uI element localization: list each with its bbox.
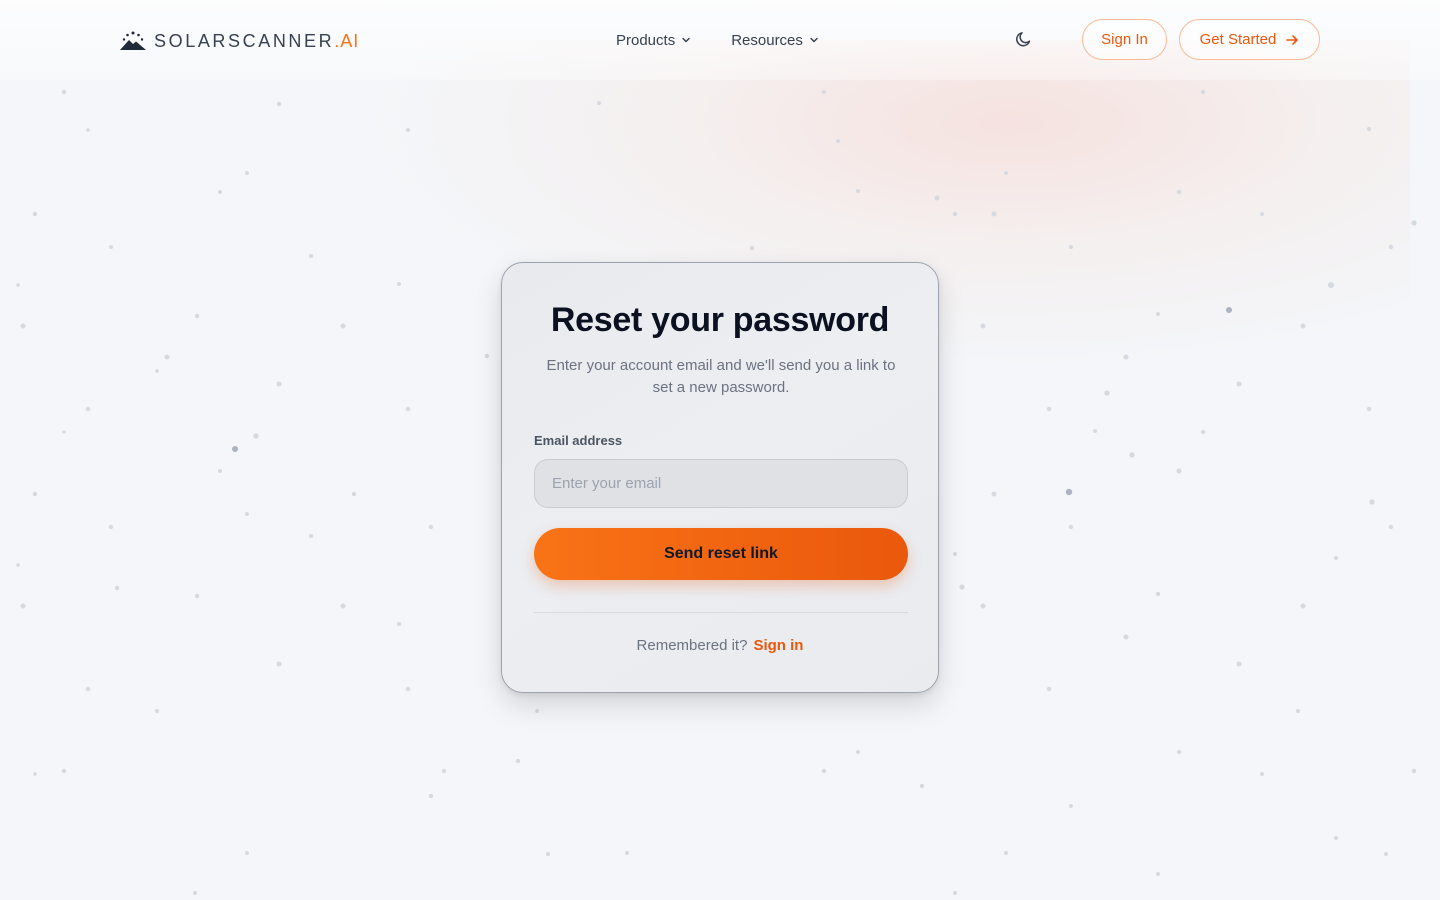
email-field-label: Email address [534, 433, 623, 448]
email-field[interactable] [534, 459, 908, 508]
divider [534, 612, 908, 613]
get-started-button-label: Get Started [1199, 31, 1277, 48]
chevron-down-icon [810, 37, 818, 43]
sign-in-prompt: Remembered it? Sign in [502, 637, 938, 654]
send-reset-link-button[interactable]: Send reset link [534, 528, 908, 580]
reset-password-page: SOLARSCANNER.AI Products Resources Sign … [0, 0, 1440, 900]
nav-products-dropdown[interactable]: Products [616, 28, 691, 52]
sign-in-link[interactable]: Sign in [753, 637, 803, 654]
moon-icon[interactable] [1014, 29, 1034, 49]
arrow-right-icon [1286, 34, 1299, 45]
remembered-text: Remembered it? [636, 637, 748, 654]
sign-in-button[interactable]: Sign In [1082, 19, 1167, 60]
page-title: Reset your password [550, 301, 890, 339]
get-started-button[interactable]: Get Started [1179, 19, 1320, 60]
brand-suffix: .AI [334, 31, 360, 51]
nav-resources-dropdown[interactable]: Resources [731, 28, 819, 52]
top-navbar: SOLARSCANNER.AI Products Resources Sign … [0, 0, 1440, 80]
nav-products-label: Products [616, 31, 676, 49]
brand-name: SOLARSCANNER.AI [154, 28, 359, 54]
nav-resources-label: Resources [731, 31, 803, 49]
main-nav: Products Resources [616, 28, 819, 52]
brand-logo[interactable]: SOLARSCANNER.AI [119, 28, 359, 54]
sun-mountain-icon [120, 31, 146, 50]
page-subtitle: Enter your account email and we'll send … [546, 357, 896, 396]
reset-password-card: Reset your password Enter your account e… [501, 262, 939, 693]
brand-name-text: SOLARSCANNER [154, 31, 335, 51]
chevron-down-icon [682, 37, 690, 43]
sign-in-button-label: Sign In [1101, 31, 1148, 48]
